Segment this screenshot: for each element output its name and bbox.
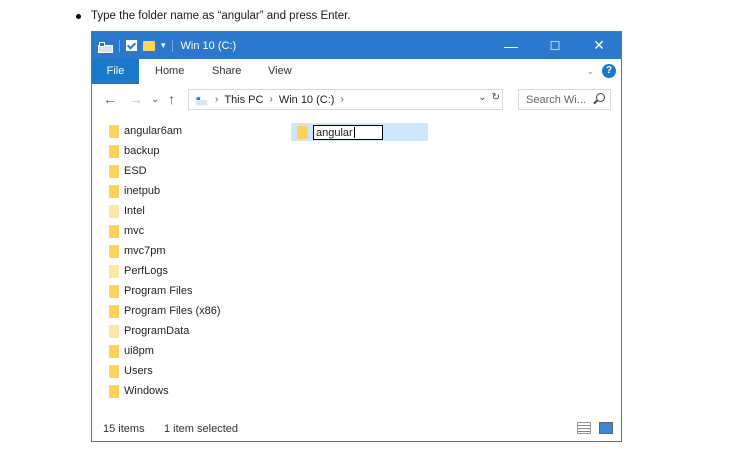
folder-name: PerfLogs: [124, 265, 169, 277]
list-item[interactable]: angular6am: [109, 121, 182, 141]
tab-file[interactable]: File: [92, 59, 139, 84]
breadcrumb-separator[interactable]: ›: [340, 94, 343, 105]
list-item[interactable]: Intel: [109, 201, 145, 221]
list-item[interactable]: mvc7pm: [109, 241, 166, 261]
properties-icon[interactable]: [126, 40, 137, 51]
tab-share[interactable]: Share: [212, 59, 241, 84]
recent-locations-icon[interactable]: ⌄: [151, 84, 159, 115]
close-button[interactable]: ✕: [577, 32, 621, 59]
folder-icon: [109, 324, 119, 338]
minimize-button[interactable]: —: [489, 32, 533, 59]
file-explorer-window: ▾ Win 10 (C:) — ☐ ✕ File Home Share View…: [91, 31, 622, 442]
new-folder-item[interactable]: angular: [291, 123, 428, 141]
folder-icon: [109, 344, 119, 358]
folder-name: ProgramData: [124, 325, 190, 337]
list-item[interactable]: PerfLogs: [109, 261, 168, 281]
folder-icon: [109, 164, 119, 178]
window-title: Win 10 (C:): [180, 39, 237, 52]
tab-home[interactable]: Home: [155, 59, 184, 84]
list-item[interactable]: backup: [109, 141, 159, 161]
list-item[interactable]: Users: [109, 361, 153, 381]
pc-drive-icon: [194, 94, 209, 106]
title-bar: ▾ Win 10 (C:) — ☐ ✕: [92, 32, 621, 59]
search-box[interactable]: Search Wi...: [518, 89, 611, 110]
folder-name: Program Files: [124, 285, 193, 297]
list-item[interactable]: ui8pm: [109, 341, 154, 361]
file-list: angular6am backup ESD inetpub Intel mvc …: [92, 115, 621, 419]
breadcrumb-drive[interactable]: Win 10 (C:): [279, 94, 335, 106]
folder-name: ESD: [124, 165, 147, 177]
selection-status: 1 item selected: [164, 423, 238, 435]
expand-ribbon-icon[interactable]: ⌄: [586, 66, 594, 77]
instruction-text: Type the folder name as “angular” and pr…: [91, 10, 351, 22]
address-bar[interactable]: › This PC › Win 10 (C:) › ⌄ ↻: [188, 89, 503, 110]
rename-input[interactable]: angular: [313, 124, 383, 140]
folder-name: Windows: [124, 385, 169, 397]
list-item[interactable]: ESD: [109, 161, 147, 181]
folder-name: Intel: [124, 205, 145, 217]
folder-icon: [109, 364, 119, 378]
list-item[interactable]: ProgramData: [109, 321, 189, 341]
up-arrow-icon[interactable]: ↑: [168, 84, 175, 115]
large-icons-view-icon[interactable]: [599, 422, 613, 434]
folder-name: Users: [124, 365, 153, 377]
status-bar: 15 items 1 item selected: [92, 417, 621, 441]
list-item[interactable]: inetpub: [109, 181, 160, 201]
folder-name: inetpub: [124, 185, 161, 197]
bullet: [76, 13, 81, 19]
address-row: ← → ⌄ ↑ › This PC › Win 10 (C:) › ⌄ ↻ Se…: [92, 84, 621, 115]
folder-icon: [109, 244, 119, 258]
drive-icon: [97, 40, 113, 53]
folder-icon: [109, 124, 119, 138]
breadcrumb-this-pc[interactable]: This PC: [224, 94, 263, 106]
breadcrumb-separator[interactable]: ›: [269, 94, 272, 105]
folder-icon: [109, 144, 119, 158]
folder-icon: [109, 184, 119, 198]
details-view-icon[interactable]: [577, 422, 591, 434]
help-icon[interactable]: ?: [602, 64, 616, 78]
folder-name: mvc: [124, 225, 145, 237]
folder-icon: [109, 224, 119, 238]
folder-icon: [109, 264, 119, 278]
list-item[interactable]: Program Files: [109, 281, 192, 301]
folder-name: angular6am: [124, 125, 183, 137]
folder-name: Program Files (x86): [124, 305, 221, 317]
back-arrow-icon[interactable]: ←: [103, 84, 117, 115]
breadcrumb-separator[interactable]: ›: [215, 94, 218, 105]
quick-access-dropdown-icon[interactable]: ▾: [161, 40, 166, 51]
refresh-icon[interactable]: ↻: [492, 92, 500, 103]
folder-name: mvc7pm: [124, 245, 166, 257]
maximize-button[interactable]: ☐: [533, 32, 577, 59]
new-folder-icon[interactable]: [143, 40, 155, 51]
folder-icon: [109, 284, 119, 298]
ribbon: File Home Share View ⌄ ?: [92, 59, 621, 85]
list-item[interactable]: mvc: [109, 221, 144, 241]
search-icon[interactable]: [596, 93, 605, 102]
address-dropdown-icon[interactable]: ⌄: [478, 92, 486, 103]
list-item[interactable]: Windows: [109, 381, 169, 401]
list-item[interactable]: Program Files (x86): [109, 301, 221, 321]
folder-icon: [109, 304, 119, 318]
folder-icon: [109, 384, 119, 398]
forward-arrow-icon[interactable]: →: [129, 84, 143, 115]
folder-icon: [297, 125, 308, 139]
item-count: 15 items: [103, 423, 145, 435]
folder-name: ui8pm: [124, 345, 154, 357]
search-placeholder: Search Wi...: [526, 93, 586, 106]
tab-view[interactable]: View: [268, 59, 292, 84]
folder-icon: [109, 204, 119, 218]
folder-name: backup: [124, 145, 160, 157]
instruction: Type the folder name as “angular” and pr…: [76, 10, 351, 22]
